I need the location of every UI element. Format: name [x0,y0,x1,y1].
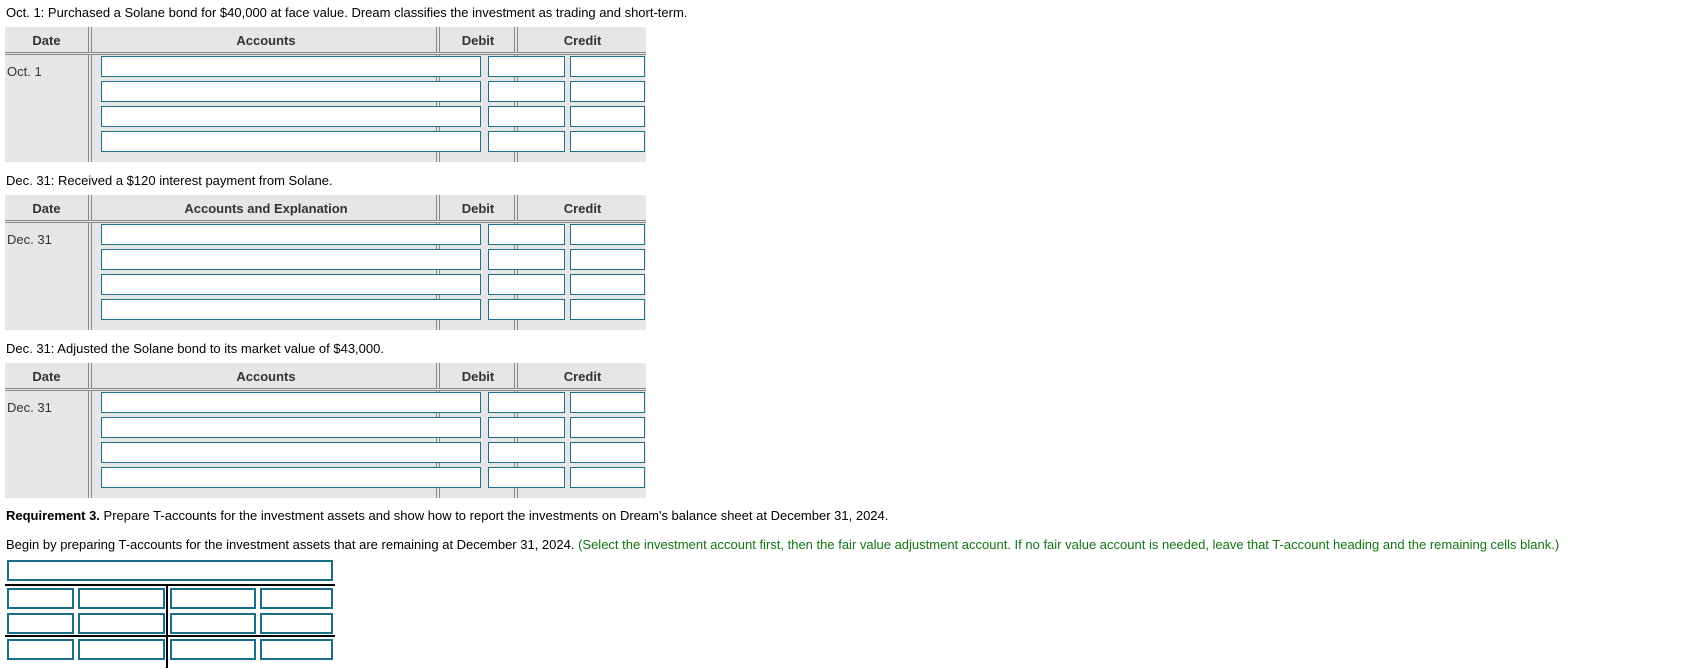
column-header-credit: Credit [563,201,602,216]
column-header-date: Date [32,369,61,384]
account-input[interactable] [101,224,481,245]
instruction-hint: (Select the investment account first, th… [578,537,1560,552]
column-header-credit: Credit [563,33,602,48]
column-divider [436,27,440,52]
t-account-left-label-input[interactable] [7,588,74,609]
debit-input[interactable] [488,81,565,102]
column-divider [88,223,92,330]
account-input[interactable] [101,249,481,270]
column-divider [88,195,92,220]
column-divider [88,55,92,162]
column-header-date: Date [32,201,61,216]
column-divider [436,363,440,388]
debit-input[interactable] [488,56,565,77]
entry-date: Oct. 1 [7,64,42,79]
debit-input[interactable] [488,299,565,320]
credit-input[interactable] [570,131,645,152]
debit-input[interactable] [488,131,565,152]
transaction-2-prompt: Dec. 31: Received a $120 interest paymen… [6,173,333,188]
column-header-date: Date [32,33,61,48]
account-input[interactable] [101,442,481,463]
requirement-label: Requirement 3. [6,508,100,523]
credit-input[interactable] [570,442,645,463]
journal-3-header: Date Accounts Debit Credit [5,363,646,391]
column-header-accounts: Accounts [236,33,296,48]
t-account-right-label-input[interactable] [170,613,256,634]
debit-input[interactable] [488,467,565,488]
column-header-debit: Debit [461,201,495,216]
instruction-text: Begin by preparing T-accounts for the in… [6,537,1559,552]
t-account-heading-input[interactable] [7,560,333,581]
t-account-left-value-input[interactable] [78,588,165,609]
account-input[interactable] [101,417,481,438]
t-account-vertical-line [166,584,168,668]
debit-input[interactable] [488,274,565,295]
instruction-body: Begin by preparing T-accounts for the in… [6,537,579,552]
column-header-credit: Credit [563,369,602,384]
t-account-left-value-input[interactable] [78,613,165,634]
journal-3-body: Dec. 31 [5,391,646,498]
credit-input[interactable] [570,249,645,270]
debit-input[interactable] [488,224,565,245]
t-account-right-label-input[interactable] [170,588,256,609]
column-divider [88,391,92,498]
t-account-total-line [5,635,335,637]
account-input[interactable] [101,106,481,127]
account-input[interactable] [101,392,481,413]
account-input[interactable] [101,81,481,102]
journal-2-header: Date Accounts and Explanation Debit Cred… [5,195,646,223]
t-account-right-value-input[interactable] [260,613,333,634]
credit-input[interactable] [570,392,645,413]
column-divider [514,195,518,220]
credit-input[interactable] [570,467,645,488]
debit-input[interactable] [488,249,565,270]
t-account-right-label-input[interactable] [170,639,256,660]
account-input[interactable] [101,299,481,320]
requirement-3-text: Requirement 3. Prepare T-accounts for th… [6,508,888,523]
column-divider [88,363,92,388]
credit-input[interactable] [570,56,645,77]
column-divider [88,27,92,52]
entry-date: Dec. 31 [7,232,52,247]
account-input[interactable] [101,467,481,488]
credit-input[interactable] [570,106,645,127]
account-input[interactable] [101,274,481,295]
credit-input[interactable] [570,224,645,245]
credit-input[interactable] [570,81,645,102]
t-account-left-label-input[interactable] [7,639,74,660]
transaction-3-prompt: Dec. 31: Adjusted the Solane bond to its… [6,341,384,356]
journal-2-body: Dec. 31 [5,223,646,330]
transaction-1-prompt: Oct. 1: Purchased a Solane bond for $40,… [6,5,688,20]
column-divider [436,195,440,220]
requirement-body: Prepare T-accounts for the investment as… [99,508,889,523]
debit-input[interactable] [488,442,565,463]
column-header-debit: Debit [461,33,495,48]
debit-input[interactable] [488,106,565,127]
t-account-left-label-input[interactable] [7,613,74,634]
credit-input[interactable] [570,417,645,438]
t-account-horizontal-line [5,584,335,586]
t-account-right-value-input[interactable] [260,588,333,609]
journal-1-header: Date Accounts Debit Credit [5,27,646,55]
debit-input[interactable] [488,417,565,438]
column-header-accounts: Accounts [236,369,296,384]
column-divider [514,27,518,52]
account-input[interactable] [101,56,481,77]
entry-date: Dec. 31 [7,400,52,415]
credit-input[interactable] [570,299,645,320]
column-divider [514,363,518,388]
column-header-debit: Debit [461,369,495,384]
debit-input[interactable] [488,392,565,413]
account-input[interactable] [101,131,481,152]
t-account-left-value-input[interactable] [78,639,165,660]
credit-input[interactable] [570,274,645,295]
column-header-accounts-explanation: Accounts and Explanation [184,201,348,216]
journal-1-body: Oct. 1 [5,55,646,162]
t-account-right-value-input[interactable] [260,639,333,660]
